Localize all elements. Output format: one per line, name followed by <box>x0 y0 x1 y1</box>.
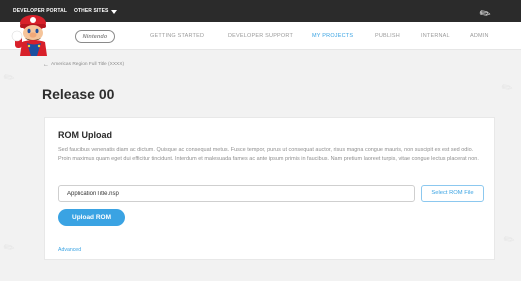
mascot-icon <box>11 15 47 56</box>
rom-file-input[interactable] <box>58 185 415 202</box>
top-bar: DEVELOPER PORTAL OTHER SITES <box>0 0 521 22</box>
advanced-link[interactable]: Advanced <box>58 247 81 253</box>
rom-upload-title: ROM Upload <box>58 130 112 140</box>
nav-publish[interactable]: PUBLISH <box>375 33 400 39</box>
other-sites-link[interactable]: OTHER SITES <box>74 8 108 14</box>
nav-developer-support[interactable]: DEVELOPER SUPPORT <box>228 33 293 39</box>
nintendo-logo[interactable]: Nintendo <box>75 30 115 43</box>
breadcrumb-text[interactable]: Americas Region Full Title (XXXX) <box>51 62 124 67</box>
watermark: ✎ <box>500 230 518 249</box>
rom-upload-panel: ROM Upload Sed faucibus venenatis diam a… <box>44 117 495 260</box>
nav-internal[interactable]: INTERNAL <box>421 33 450 39</box>
select-rom-file-button[interactable]: Select ROM File <box>421 185 484 202</box>
nav-getting-started[interactable]: GETTING STARTED <box>150 33 204 39</box>
page-title: Release 00 <box>42 86 115 102</box>
back-arrow-icon[interactable]: ← <box>43 61 49 69</box>
logo-text: Nintendo <box>82 33 108 40</box>
watermark: ✎ <box>0 68 18 87</box>
main-nav: Nintendo GETTING STARTED DEVELOPER SUPPO… <box>0 22 521 50</box>
upload-rom-button[interactable]: Upload ROM <box>58 209 125 226</box>
chevron-down-icon[interactable] <box>111 10 117 14</box>
rom-upload-description: Sed faucibus venenatis diam ac dictum. Q… <box>58 147 479 162</box>
watermark: ✎ <box>0 238 18 257</box>
nav-my-projects[interactable]: MY PROJECTS <box>312 33 353 39</box>
watermark: ✎ <box>498 78 516 97</box>
nav-admin[interactable]: ADMIN <box>470 33 489 39</box>
